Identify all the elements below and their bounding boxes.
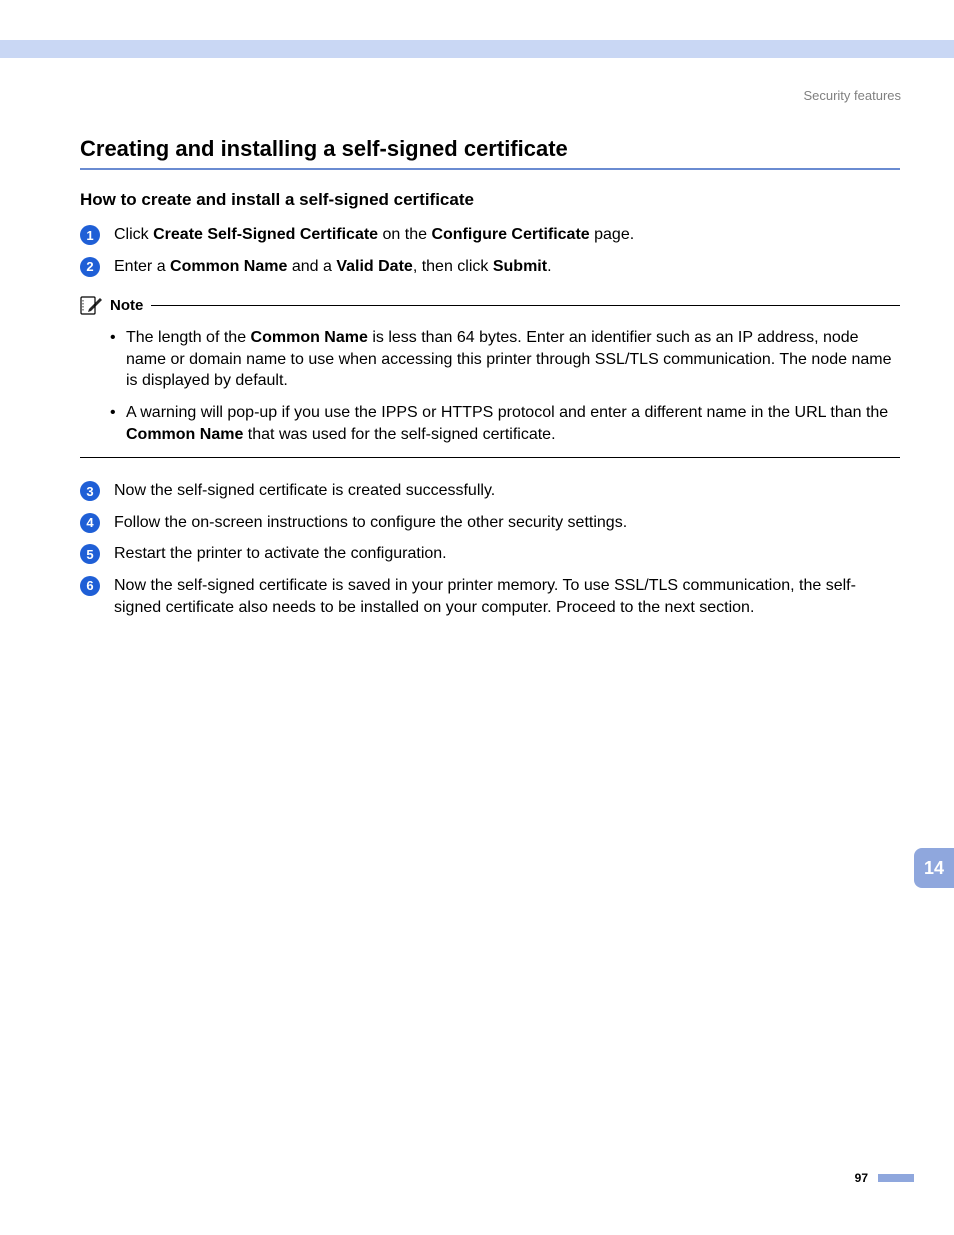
step-3: 3 Now the self-signed certificate is cre…	[80, 480, 900, 502]
step-2: 2 Enter a Common Name and a Valid Date, …	[80, 256, 900, 278]
note-block: Note The length of the Common Name is le…	[80, 295, 900, 458]
step-text: Enter a Common Name and a Valid Date, th…	[114, 256, 900, 278]
note-item: The length of the Common Name is less th…	[110, 327, 900, 392]
note-icon	[80, 295, 104, 315]
note-body: The length of the Common Name is less th…	[110, 327, 900, 445]
step-number-badge: 2	[80, 257, 100, 277]
step-6: 6 Now the self-signed certificate is sav…	[80, 575, 900, 618]
note-top-rule	[151, 305, 900, 306]
note-bottom-rule	[80, 457, 900, 458]
chapter-tab: 14	[914, 848, 954, 888]
page-footer: 97	[855, 1171, 914, 1185]
page: Security features Creating and installin…	[0, 0, 954, 1235]
step-4: 4 Follow the on-screen instructions to c…	[80, 512, 900, 534]
title-rule	[80, 168, 900, 170]
note-header: Note	[80, 295, 900, 315]
step-text: Now the self-signed certificate is saved…	[114, 575, 900, 618]
section-subtitle: How to create and install a self-signed …	[80, 190, 900, 210]
step-text: Follow the on-screen instructions to con…	[114, 512, 900, 534]
step-number-badge: 1	[80, 225, 100, 245]
note-label: Note	[110, 297, 143, 314]
step-text: Click Create Self-Signed Certificate on …	[114, 224, 900, 246]
page-title: Creating and installing a self-signed ce…	[80, 136, 900, 162]
step-number-badge: 4	[80, 513, 100, 533]
step-text: Restart the printer to activate the conf…	[114, 543, 900, 565]
running-header: Security features	[803, 88, 901, 103]
step-5: 5 Restart the printer to activate the co…	[80, 543, 900, 565]
top-header-bar	[0, 40, 954, 58]
footer-accent-bar	[878, 1174, 914, 1182]
page-number: 97	[855, 1171, 868, 1185]
step-number-badge: 5	[80, 544, 100, 564]
content-area: Creating and installing a self-signed ce…	[80, 136, 900, 628]
note-item: A warning will pop-up if you use the IPP…	[110, 402, 900, 445]
step-1: 1 Click Create Self-Signed Certificate o…	[80, 224, 900, 246]
step-text: Now the self-signed certificate is creat…	[114, 480, 900, 502]
step-number-badge: 3	[80, 481, 100, 501]
step-number-badge: 6	[80, 576, 100, 596]
